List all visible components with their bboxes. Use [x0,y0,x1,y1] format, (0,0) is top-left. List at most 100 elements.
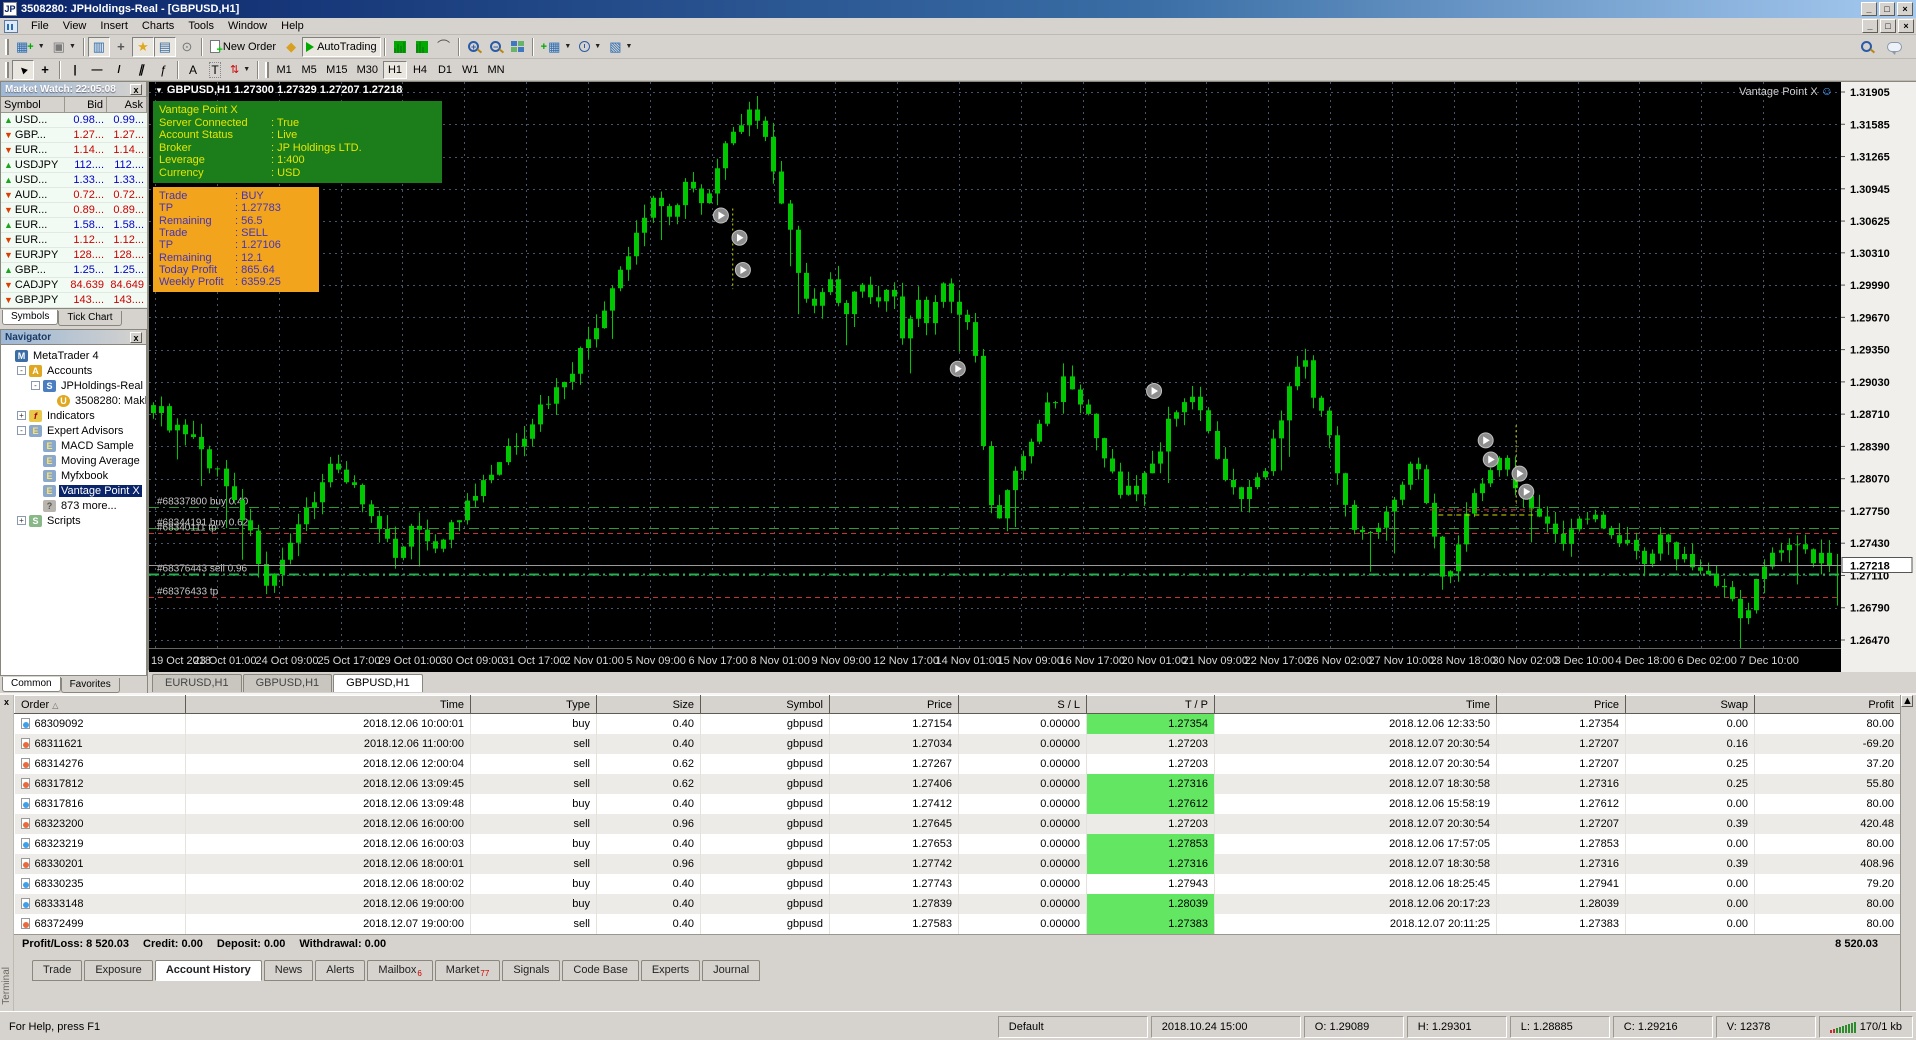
close-icon[interactable]: x [130,331,142,343]
chart-tab-gbpusd-h1[interactable]: GBPUSD,H1 [333,674,423,692]
table-header-row[interactable]: Order △ Time Type Size Symbol Price S / LT / P… [14,695,1900,714]
column-header-size3[interactable]: Size [596,695,701,714]
tree-expand-icon[interactable]: + [17,516,26,525]
history-row[interactable]: 68372499 2018.12.07 19:00:00 sell 0.40 gbpu… [14,913,1900,934]
terminal-tab-account-history[interactable]: Account History [154,959,262,981]
terminal-tab-market[interactable]: Market 77 [434,959,501,981]
chart-window[interactable]: #68337800 buy 0.40 #68344191 buy 0.62 #683… [148,81,1916,672]
bar-chart-button[interactable] [389,37,411,57]
tree-item-expert-advisors[interactable]: - E Expert Advisors [3,423,146,438]
profiles-button[interactable]: ▣ ▼ [49,37,80,57]
table-scrollbar[interactable]: ▲ [1900,695,1916,1011]
market-watch-row[interactable]: ▼ GBPJPY 143.... 143.... [1,293,147,308]
market-watch-row[interactable]: ▲ USD... 1.33... 1.33... [1,173,147,188]
menu-tools[interactable]: Tools [181,18,221,34]
toolbar-grip[interactable] [265,61,270,78]
tile-windows-button[interactable] [507,37,529,57]
chevron-down-icon[interactable]: ▼ [38,43,45,50]
column-header-price5[interactable]: Price [829,695,959,714]
connection-status[interactable]: 170/1 kb [1818,1015,1913,1038]
history-row[interactable]: 68323219 2018.12.06 16:00:03 buy 0.40 gbpus… [14,833,1900,854]
restore-button[interactable]: □ [1879,2,1895,16]
chevron-down-icon[interactable]: ▼ [243,66,250,73]
timeframe-mn[interactable]: MN [483,61,508,79]
trade-marker-icon[interactable] [712,207,729,224]
tree-item-metatrader-4[interactable]: M MetaTrader 4 [3,348,146,363]
terminal-toggle[interactable]: ▤ [153,36,176,57]
toolbar-grip[interactable] [5,38,9,55]
trade-marker-icon[interactable] [1482,451,1499,468]
history-row[interactable]: 68309092 2018.12.06 10:00:01 buy 0.40 gbpus… [14,713,1900,734]
close-button[interactable]: × [1898,19,1914,33]
history-row[interactable]: 68330235 2018.12.06 18:00:02 buy 0.40 gbpus… [14,873,1900,894]
menu-charts[interactable]: Charts [135,18,181,34]
history-row[interactable]: 68330201 2018.12.06 18:00:01 sell 0.96 gbpu… [14,853,1900,874]
terminal-tab-exposure[interactable]: Exposure [84,959,153,981]
smiley-icon[interactable]: ☺ [1821,84,1833,98]
column-header-swap10[interactable]: Swap [1625,695,1755,714]
line-chart-button[interactable]: ⌒ [433,37,455,57]
column-header-symbol4[interactable]: Symbol [700,695,830,714]
menu-view[interactable]: View [56,18,94,34]
tree-expand-icon[interactable]: + [17,411,26,420]
vline-button[interactable]: | [64,60,86,80]
timeframe-d1[interactable]: D1 [433,61,457,79]
menu-window[interactable]: Window [221,18,274,34]
tree-item-accounts[interactable]: - A Accounts [3,363,146,378]
expert-advisors-button[interactable]: ◆ [280,37,302,57]
trade-marker-icon[interactable] [1477,432,1494,449]
timeframe-w1[interactable]: W1 [458,61,483,79]
column-header-bid[interactable]: Bid [65,97,107,112]
community-button[interactable] [1883,37,1906,57]
market-watch-row[interactable]: ▼ AUD... 0.72... 0.72... [1,188,147,203]
tab-tick-chart[interactable]: Tick Chart [58,311,122,326]
chevron-down-icon[interactable]: ▼ [594,43,601,50]
market-watch-row[interactable]: ▼ GBP... 1.27... 1.27... [1,128,147,143]
market-watch-row[interactable]: ▲ USDJPY 112.... 112.... [1,158,147,173]
zoom-out-button[interactable]: − [485,37,507,57]
column-header-type2[interactable]: Type [470,695,597,714]
new-order-button[interactable]: + New Order [206,37,280,57]
market-watch-row[interactable]: ▲ GBP... 1.25... 1.25... [1,263,147,278]
tab-symbols[interactable]: Symbols [2,310,59,325]
close-icon[interactable]: x [4,697,9,707]
tree-item-macd-sample[interactable]: E MACD Sample [3,438,146,453]
toolbar-grip[interactable] [5,61,9,78]
terminal-tab-alerts[interactable]: Alerts [315,959,366,981]
history-row[interactable]: 68317812 2018.12.06 13:09:45 sell 0.62 gbpu… [14,773,1900,794]
title-bar[interactable]: JP 3508280: JPHoldings-Real - [GBPUSD,H1… [0,0,1916,18]
strategy-tester-toggle[interactable]: ⊙ [176,37,198,57]
history-row[interactable]: 68317816 2018.12.06 13:09:48 buy 0.40 gbpus… [14,793,1900,814]
zoom-in-button[interactable]: + [463,37,485,57]
timeframe-m15[interactable]: M15 [322,61,351,79]
fibonacci-button[interactable]: ƒ [152,60,174,80]
text-button[interactable]: A [182,60,204,80]
search-button[interactable] [1855,37,1877,57]
terminal-tab-mailbox[interactable]: Mailbox 6 [367,959,433,981]
templates-button[interactable]: ▧ ▼ [605,37,636,57]
tree-item-scripts[interactable]: + S Scripts [3,513,146,528]
label-button[interactable]: T [204,60,226,80]
collapse-icon[interactable]: ▼ [155,86,163,95]
menu-insert[interactable]: Insert [93,18,135,34]
terminal-tab-trade[interactable]: Trade [32,959,83,981]
terminal-tab-code-base[interactable]: Code Base [562,959,639,981]
column-header-order0[interactable]: Order △ [14,695,186,714]
market-watch-row[interactable]: ▼ EUR... 0.89... 0.89... [1,203,147,218]
navigator-header[interactable]: Navigator x [0,329,147,344]
history-row[interactable]: 68323200 2018.12.06 16:00:00 sell 0.96 gbpu… [14,813,1900,834]
tree-item-873-more-[interactable]: ? 873 more... [3,498,146,513]
trade-marker-icon[interactable] [731,229,748,246]
market-watch-header[interactable]: Market Watch: 22:05:08 x [0,81,147,96]
data-window-toggle[interactable]: + [110,37,132,57]
tree-item-moving-average[interactable]: E Moving Average [3,453,146,468]
chart-window-icon[interactable] [4,19,18,33]
tree-expand-icon[interactable]: - [17,366,26,375]
terminal-tab-experts[interactable]: Experts [640,959,701,981]
new-chart-button[interactable]: ▦ + ▼ [12,37,49,57]
timeframe-h4[interactable]: H4 [408,61,432,79]
candlestick-button[interactable] [411,37,433,57]
crosshair-button[interactable]: + [34,60,56,80]
restore-button[interactable]: □ [1880,19,1896,33]
timeframe-h1[interactable]: H1 [382,60,407,79]
